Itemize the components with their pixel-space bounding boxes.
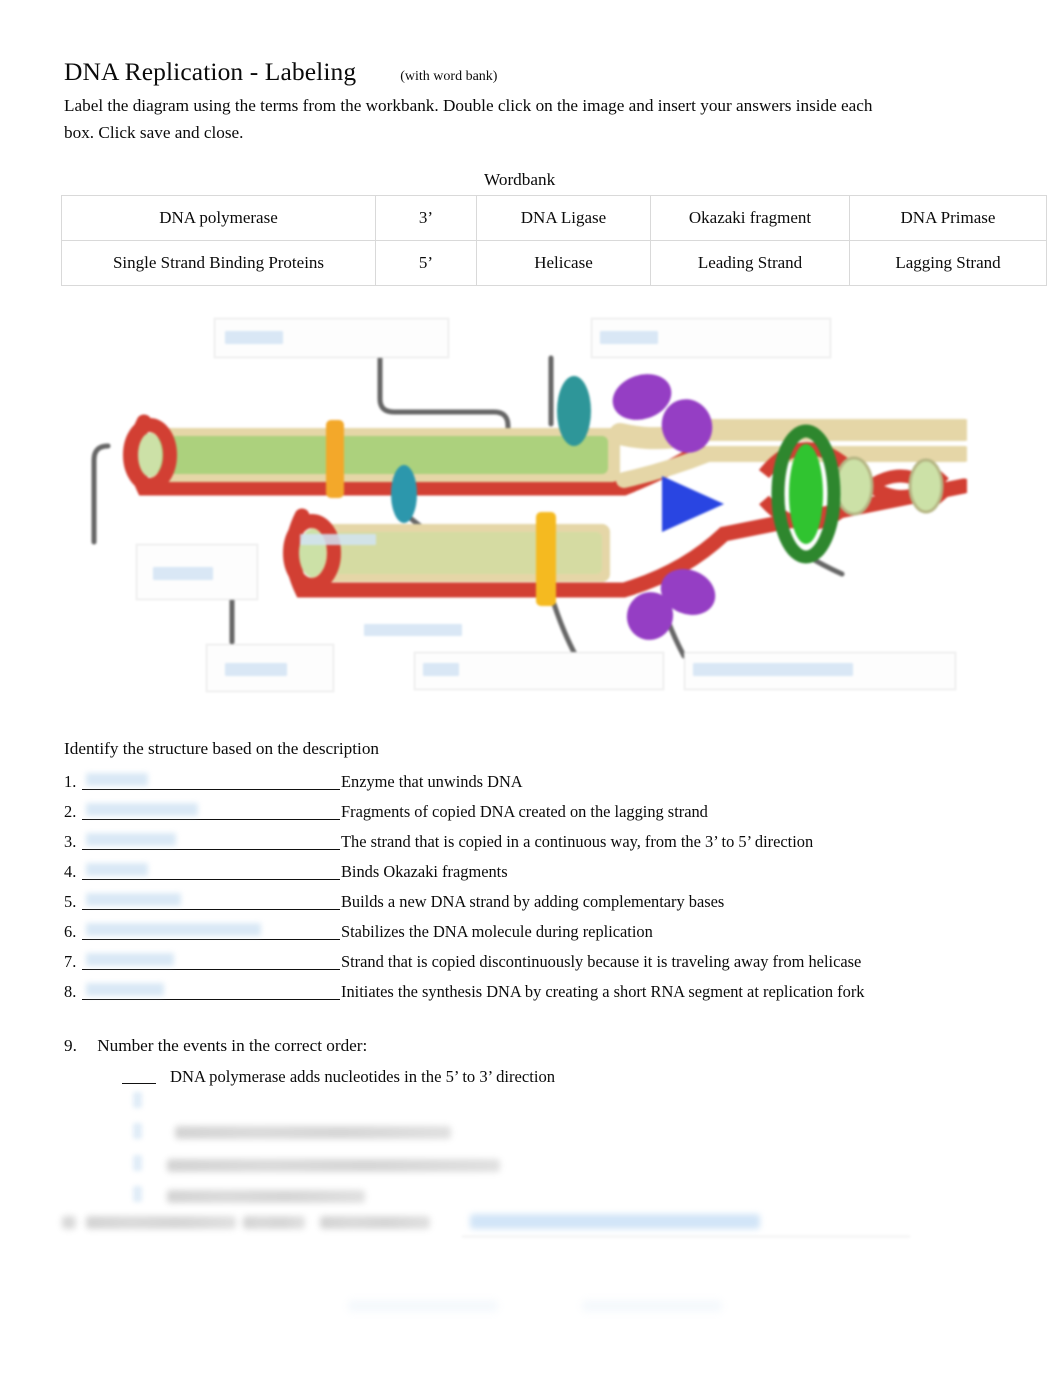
diagram-svg xyxy=(64,304,967,708)
filled-answer-redacted xyxy=(86,863,148,876)
wordbank-cell: Leading Strand xyxy=(650,240,850,286)
wordbank-cell: Lagging Strand xyxy=(849,240,1047,286)
caption-fragment xyxy=(364,624,462,636)
filled-answer-redacted xyxy=(86,923,261,936)
wordbank-cell: Okazaki fragment xyxy=(650,195,850,241)
title-row: DNA Replication - Labeling (with word ba… xyxy=(64,57,497,87)
question-number: 1. xyxy=(64,772,77,791)
wordbank-cell: Helicase xyxy=(476,240,651,286)
list-item: 8. Initiates the synthesis DNA by creatin… xyxy=(64,980,964,1010)
list-item: 6. Stabilizes the DNA molecule during rep… xyxy=(64,920,964,950)
label-box-text xyxy=(600,331,658,344)
label-box-bottom-right[interactable] xyxy=(684,652,956,690)
ordering-item-faded xyxy=(167,1190,365,1203)
answer-blank[interactable] xyxy=(82,980,340,1000)
table-row: Single Strand Binding Proteins 5’ Helica… xyxy=(61,240,1047,286)
page-subtitle: (with word bank) xyxy=(400,69,498,84)
table-row: DNA polymerase 3’ DNA Ligase Okazaki fra… xyxy=(61,195,1047,241)
filled-answer-redacted xyxy=(86,773,148,786)
wordbank-cell: DNA polymerase xyxy=(61,195,376,241)
footer-question-faded xyxy=(86,1216,236,1229)
label-box-text xyxy=(693,663,853,676)
label-box-text xyxy=(153,567,213,580)
list-item: 7. Strand that is copied discontinuously … xyxy=(64,950,964,980)
list-item: 5. Builds a new DNA strand by adding comp… xyxy=(64,890,964,920)
question-number: 8. xyxy=(64,982,77,1001)
ordering-blank-faded[interactable] xyxy=(133,1155,142,1171)
identify-question-list: 1. Enzyme that unwinds DNA 2. Fragments of… xyxy=(64,770,964,1010)
caption-fragment xyxy=(300,534,376,545)
wordbank-cell: 3’ xyxy=(375,195,477,241)
wordbank-cell: Single Strand Binding Proteins xyxy=(61,240,376,286)
answer-blank[interactable] xyxy=(82,860,340,880)
question-description: Binds Okazaki fragments xyxy=(341,862,508,881)
ordering-blank[interactable] xyxy=(122,1066,156,1084)
footer-mark-faded xyxy=(582,1300,722,1312)
answer-blank[interactable] xyxy=(82,950,340,970)
wordbank-label: Wordbank xyxy=(484,170,556,189)
filled-answer-redacted xyxy=(86,953,174,966)
question-description: Initiates the synthesis DNA by creating … xyxy=(341,982,865,1001)
instructions-text: Label the diagram using the terms from t… xyxy=(64,96,873,142)
label-box-text xyxy=(225,331,283,344)
ordering-item-faded xyxy=(167,1159,500,1172)
list-item: 4. Binds Okazaki fragments xyxy=(64,860,964,890)
answer-blank[interactable] xyxy=(82,920,340,940)
footer-question-number-faded xyxy=(62,1216,76,1229)
ordering-blank-faded[interactable] xyxy=(133,1092,142,1108)
question-description: Enzyme that unwinds DNA xyxy=(341,772,523,791)
worksheet-page: DNA Replication - Labeling (with word ba… xyxy=(0,0,1062,1377)
question-number: 6. xyxy=(64,922,77,941)
list-item: 3. The strand that is copied in a continu… xyxy=(64,830,964,860)
answer-blank[interactable] xyxy=(82,770,340,790)
question-number: 7. xyxy=(64,952,77,971)
dna-replication-fork-diagram[interactable] xyxy=(64,304,967,708)
label-box-top-right[interactable] xyxy=(591,318,831,358)
ordering-heading: Number the events in the correct order: xyxy=(97,1036,368,1055)
filled-answer-redacted xyxy=(86,893,181,906)
question-number: 4. xyxy=(64,862,77,881)
question-number: 3. xyxy=(64,832,77,851)
footer-answer-faded xyxy=(470,1214,760,1229)
ordering-visible-item: DNA polymerase adds nucleotides in the 5… xyxy=(122,1066,555,1087)
label-box-text xyxy=(225,663,287,676)
wordbank-cell: 5’ xyxy=(375,240,477,286)
question-number: 2. xyxy=(64,802,77,821)
label-box-bottom-left[interactable] xyxy=(206,644,334,692)
label-box-mid-left[interactable] xyxy=(136,544,258,600)
list-item: 1. Enzyme that unwinds DNA xyxy=(64,770,964,800)
ordering-item-faded xyxy=(175,1126,451,1139)
ordering-number: 9. xyxy=(64,1036,77,1055)
filled-answer-redacted xyxy=(86,833,176,846)
wordbank-cell: DNA Ligase xyxy=(476,195,651,241)
footer-mark-faded xyxy=(348,1300,498,1312)
wordbank-cell: DNA Primase xyxy=(849,195,1047,241)
wordbank-table: DNA polymerase 3’ DNA Ligase Okazaki fra… xyxy=(61,195,1047,286)
page-title: DNA Replication - Labeling xyxy=(64,57,357,86)
question-description: Fragments of copied DNA created on the l… xyxy=(341,802,708,821)
question-description: Strand that is copied discontinuously be… xyxy=(341,952,862,971)
filled-answer-redacted xyxy=(86,983,164,996)
ordering-blank-faded[interactable] xyxy=(133,1186,142,1202)
question-description: Builds a new DNA strand by adding comple… xyxy=(341,892,725,911)
label-box-bottom-mid[interactable] xyxy=(414,652,664,690)
question-number: 5. xyxy=(64,892,77,911)
footer-answer-underline xyxy=(462,1236,910,1237)
filled-answer-redacted xyxy=(86,803,198,816)
ordering-item-text: DNA polymerase adds nucleotides in the 5… xyxy=(170,1067,556,1086)
question-description: The strand that is copied in a continuou… xyxy=(341,832,814,851)
answer-blank[interactable] xyxy=(82,800,340,820)
identify-heading: Identify the structure based on the desc… xyxy=(64,739,380,758)
label-box-text xyxy=(423,663,459,676)
footer-question-faded xyxy=(243,1216,305,1229)
list-item: 2. Fragments of copied DNA created on the… xyxy=(64,800,964,830)
label-box-top-left[interactable] xyxy=(214,318,449,358)
answer-blank[interactable] xyxy=(82,890,340,910)
answer-blank[interactable] xyxy=(82,830,340,850)
footer-question-faded xyxy=(320,1216,430,1229)
ordering-blank-faded[interactable] xyxy=(133,1123,142,1139)
question-description: Stabilizes the DNA molecule during repli… xyxy=(341,922,653,941)
ordering-heading-row: 9. Number the events in the correct orde… xyxy=(64,1036,367,1056)
